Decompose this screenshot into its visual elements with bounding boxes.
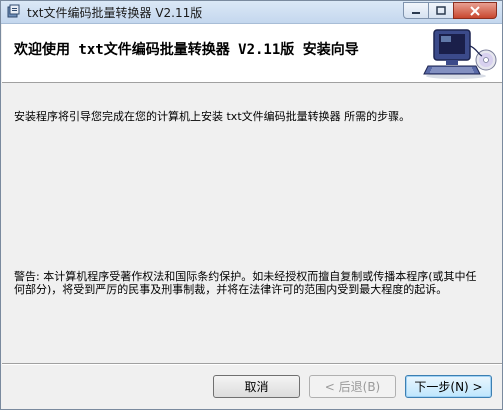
- maximize-icon: [436, 6, 446, 15]
- wizard-content: 安装程序将引导您完成在您的计算机上安装 txt文件编码批量转换器 所需的步骤。 …: [2, 83, 502, 368]
- wizard-heading: 欢迎使用 txt文件编码批量转换器 V2.11版 安装向导: [14, 42, 359, 58]
- next-button[interactable]: 下一步(N) >: [405, 375, 492, 398]
- close-button[interactable]: [453, 2, 497, 19]
- footer-divider: [2, 363, 502, 365]
- maximize-button[interactable]: [428, 2, 454, 19]
- minimize-icon: [412, 11, 420, 14]
- back-button[interactable]: < 后退(B): [309, 375, 396, 398]
- close-icon: [470, 5, 480, 16]
- intro-text: 安装程序将引导您完成在您的计算机上安装 txt文件编码批量转换器 所需的步骤。: [14, 110, 411, 123]
- computer-cd-icon: [423, 29, 497, 79]
- copyright-warning: 警告: 本计算机程序受著作权法和国际条约保护。如未经授权而擅自复制或传播本程序(…: [14, 270, 477, 296]
- cancel-button[interactable]: 取消: [213, 375, 300, 398]
- installer-icon: [7, 4, 20, 18]
- installer-window: txt文件编码批量转换器 V2.11版 欢迎使用 txt文件编码批量转换器 V2…: [0, 0, 503, 410]
- window-controls: [403, 2, 497, 19]
- minimize-button[interactable]: [403, 2, 429, 19]
- title-bar[interactable]: txt文件编码批量转换器 V2.11版: [1, 1, 502, 24]
- wizard-banner: 欢迎使用 txt文件编码批量转换器 V2.11版 安装向导: [2, 24, 502, 83]
- window-title: txt文件编码批量转换器 V2.11版: [27, 6, 203, 20]
